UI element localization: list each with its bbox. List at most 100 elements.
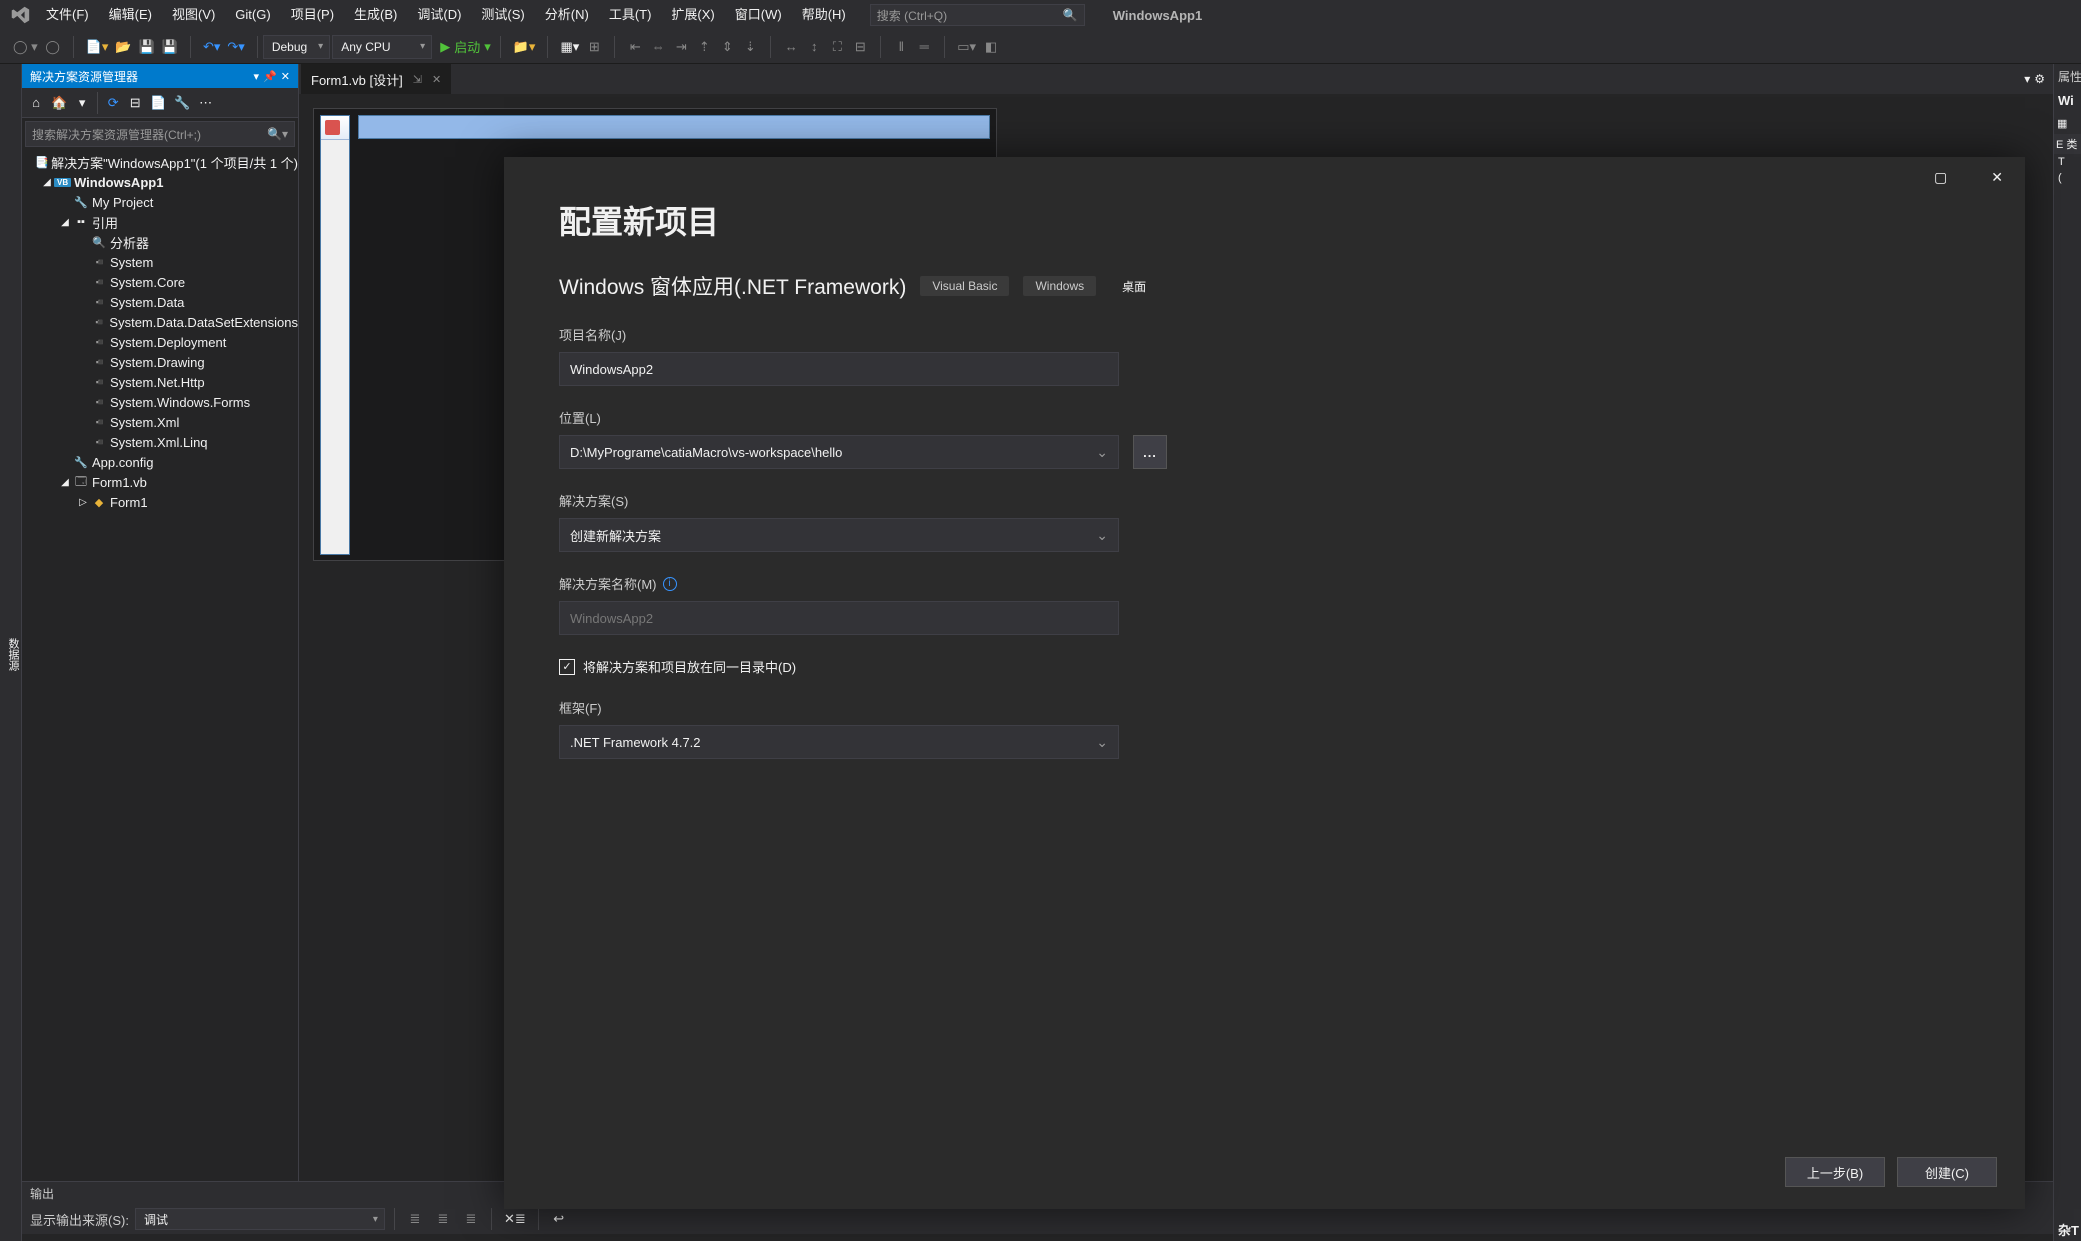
collapse-icon[interactable]: ⊟ xyxy=(125,92,145,114)
toolbox-rail[interactable]: 数据源 xyxy=(0,64,22,1241)
switch-icon[interactable]: ▾ xyxy=(72,92,92,114)
tree-ref-item[interactable]: System.Data xyxy=(22,292,298,312)
tree-ref-item[interactable]: System.Data.DataSetExtensions xyxy=(22,312,298,332)
tree-ref-item[interactable]: System.Drawing xyxy=(22,352,298,372)
menu-analyze[interactable]: 分析(N) xyxy=(535,0,599,30)
form-selection-handle[interactable] xyxy=(358,115,990,139)
output-icon[interactable]: ≣ xyxy=(432,1207,454,1231)
nav-back-button[interactable]: ◯ ▾ xyxy=(10,35,41,59)
home-icon[interactable]: ⌂ xyxy=(26,92,46,114)
tree-ref-item[interactable]: System.Xml.Linq xyxy=(22,432,298,452)
output-wrap-icon[interactable]: ↩ xyxy=(548,1207,570,1231)
property-row[interactable]: ( xyxy=(2054,170,2081,186)
output-icon[interactable]: ≣ xyxy=(460,1207,482,1231)
solution-search[interactable]: 搜索解决方案资源管理器(Ctrl+;) 🔍▾ xyxy=(25,121,295,147)
show-all-icon[interactable]: 📄 xyxy=(147,92,169,114)
property-category[interactable]: E 类 xyxy=(2054,134,2081,154)
tree-ref-item[interactable]: System.Net.Http xyxy=(22,372,298,392)
tree-appconfig[interactable]: 🔧App.config xyxy=(22,452,298,472)
tree-ref-item[interactable]: 🔍分析器 xyxy=(22,232,298,252)
solution-dropdown[interactable]: 创建新解决方案 xyxy=(559,518,1119,552)
refresh-icon[interactable]: ⟳ xyxy=(103,92,123,114)
tree-ref-item[interactable]: System.Xml xyxy=(22,412,298,432)
align-left-icon[interactable]: ⇤ xyxy=(624,35,646,59)
menu-build[interactable]: 生成(B) xyxy=(344,0,407,30)
dialog-maximize-icon[interactable]: ▢ xyxy=(1926,165,1955,190)
tree-ref-item[interactable]: System xyxy=(22,252,298,272)
size-height-icon[interactable]: ↕ xyxy=(803,35,825,59)
align-bottom-icon[interactable]: ⇣ xyxy=(739,35,761,59)
output-icon[interactable]: ≣ xyxy=(404,1207,426,1231)
align-middle-icon[interactable]: ⇕ xyxy=(716,35,738,59)
panel-close-icon[interactable]: ✕ xyxy=(281,70,290,83)
align-grid-icon[interactable]: ⊞ xyxy=(583,35,605,59)
solution-name-input[interactable] xyxy=(559,601,1119,635)
global-search[interactable]: 搜索 (Ctrl+Q) 🔍 xyxy=(870,4,1085,26)
designed-form[interactable] xyxy=(320,115,350,555)
panel-pin-icon[interactable]: 📌 xyxy=(263,70,277,83)
categorize-icon[interactable]: ▦ xyxy=(2057,117,2067,130)
info-icon[interactable]: i xyxy=(663,577,677,591)
menu-edit[interactable]: 编辑(E) xyxy=(99,0,162,30)
undo-button[interactable]: ↶▾ xyxy=(200,35,223,59)
hspacing-icon[interactable]: ‖ xyxy=(890,35,912,59)
collapse-icon[interactable]: ◢ xyxy=(58,477,72,488)
tree-solution-root[interactable]: 📑 解决方案"WindowsApp1"(1 个项目/共 1 个) xyxy=(22,152,298,172)
menu-debug[interactable]: 调试(D) xyxy=(407,0,471,30)
tree-form1vb[interactable]: ◢🗔Form1.vb xyxy=(22,472,298,492)
size-both-icon[interactable]: ⛶ xyxy=(826,35,848,59)
expand-icon[interactable]: ▷ xyxy=(76,497,90,508)
vspacing-icon[interactable]: ═ xyxy=(913,35,935,59)
close-icon[interactable]: ✕ xyxy=(432,73,441,86)
menu-help[interactable]: 帮助(H) xyxy=(792,0,856,30)
save-all-button[interactable]: 💾 xyxy=(159,35,181,59)
tree-project[interactable]: ◢ VB WindowsApp1 xyxy=(22,172,298,192)
open-button[interactable]: 📂 xyxy=(112,35,134,59)
menu-tools[interactable]: 工具(T) xyxy=(599,0,662,30)
order-icon[interactable]: ▭▾ xyxy=(954,35,979,59)
pin-icon[interactable]: ⇲ xyxy=(413,73,422,86)
platform-dropdown[interactable]: Any CPU xyxy=(332,35,432,59)
menu-window[interactable]: 窗口(W) xyxy=(725,0,792,30)
menu-view[interactable]: 视图(V) xyxy=(162,0,225,30)
tree-ref-item[interactable]: System.Core xyxy=(22,272,298,292)
menu-file[interactable]: 文件(F) xyxy=(36,0,99,30)
new-item-button[interactable]: 📄▾ xyxy=(83,35,112,59)
project-name-input[interactable] xyxy=(559,352,1119,386)
configuration-dropdown[interactable]: Debug xyxy=(263,35,330,59)
size-width-icon[interactable]: ↔ xyxy=(780,35,802,59)
menu-extensions[interactable]: 扩展(X) xyxy=(661,0,724,30)
browse-location-button[interactable]: ... xyxy=(1133,435,1167,469)
sync-icon[interactable]: 🏠 xyxy=(48,92,70,114)
panel-dropdown-icon[interactable]: ▾ xyxy=(254,70,260,83)
tree-form1[interactable]: ▷◆Form1 xyxy=(22,492,298,512)
same-directory-checkbox[interactable]: ✓ xyxy=(559,659,575,675)
framework-dropdown[interactable]: .NET Framework 4.7.2 xyxy=(559,725,1119,759)
editor-gear-icon[interactable]: ⚙ xyxy=(2034,72,2045,86)
create-button[interactable]: 创建(C) xyxy=(1897,1157,1997,1187)
editor-dropdown-icon[interactable]: ▾ xyxy=(2024,72,2030,86)
menu-project[interactable]: 项目(P) xyxy=(281,0,344,30)
collapse-icon[interactable]: ◢ xyxy=(40,177,54,188)
spacing-icon[interactable]: ⊟ xyxy=(849,35,871,59)
tree-ref-item[interactable]: System.Deployment xyxy=(22,332,298,352)
tree-references[interactable]: ◢ ▪▪ 引用 xyxy=(22,212,298,232)
start-debug-button[interactable]: ▶ 启动 ▾ xyxy=(434,35,495,59)
layout-icon[interactable]: ▦▾ xyxy=(557,35,582,59)
tab-order-icon[interactable]: ◧ xyxy=(980,35,1002,59)
align-right-icon[interactable]: ⇥ xyxy=(670,35,692,59)
output-source-dropdown[interactable]: 调试 xyxy=(135,1208,385,1230)
save-button[interactable]: 💾 xyxy=(136,35,158,59)
dialog-close-icon[interactable]: ✕ xyxy=(1983,165,2011,190)
redo-button[interactable]: ↷▾ xyxy=(224,35,247,59)
location-dropdown[interactable]: D:\MyPrograme\catiaMacro\vs-workspace\he… xyxy=(559,435,1119,469)
menu-git[interactable]: Git(G) xyxy=(225,0,280,30)
back-button[interactable]: 上一步(B) xyxy=(1785,1157,1885,1187)
tree-my-project[interactable]: 🔧 My Project xyxy=(22,192,298,212)
output-clear-icon[interactable]: ✕≣ xyxy=(501,1207,529,1231)
toolbar-icon[interactable]: 📁▾ xyxy=(510,35,539,59)
properties-icon[interactable]: 🔧 xyxy=(171,92,193,114)
more-icon[interactable]: ⋯ xyxy=(196,92,216,114)
align-top-icon[interactable]: ⇡ xyxy=(693,35,715,59)
property-row[interactable]: T xyxy=(2054,154,2081,170)
